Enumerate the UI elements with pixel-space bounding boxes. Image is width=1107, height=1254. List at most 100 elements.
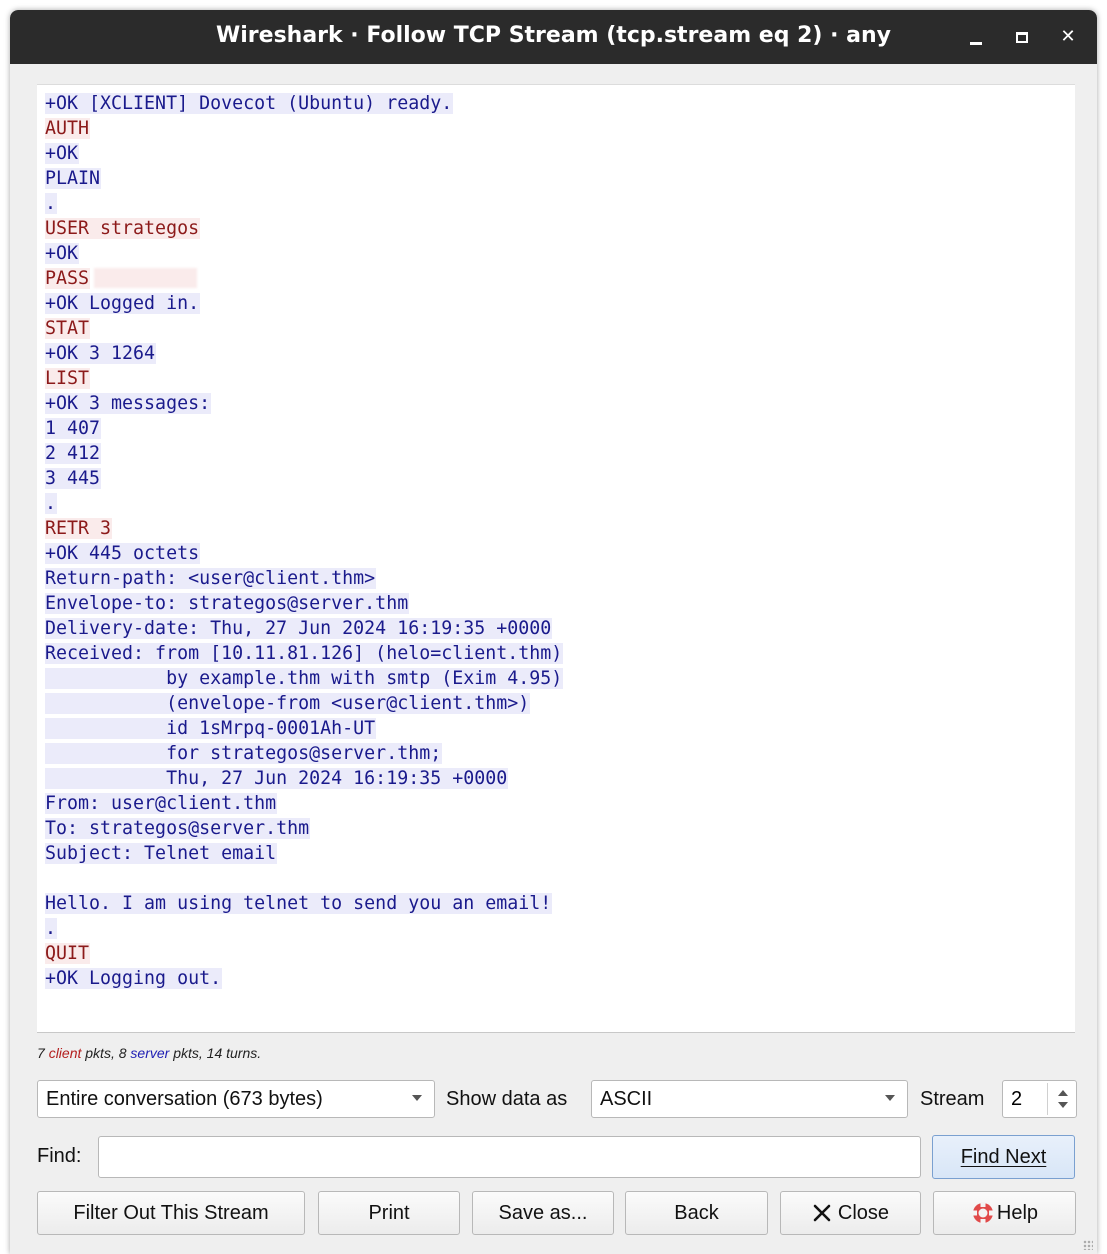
- server-line: 1 407: [45, 416, 1075, 441]
- line-text: 3 445: [45, 468, 102, 489]
- line-text: (envelope-from <user@client.thm>): [45, 693, 531, 714]
- show-data-label: Show data as: [446, 1088, 568, 1110]
- spin-separator: [1047, 1083, 1048, 1115]
- spin-down-icon[interactable]: [1058, 1102, 1068, 1108]
- line-text: Received: from [10.11.81.126] (helo=clie…: [45, 643, 564, 664]
- action-buttons-row: Filter Out This Stream Print Save as... …: [37, 1191, 1077, 1235]
- line-text: QUIT: [45, 943, 91, 964]
- client-line: LIST: [45, 366, 1075, 391]
- find-next-label: Find Next: [960, 1145, 1047, 1168]
- help-button[interactable]: Help: [933, 1191, 1076, 1235]
- find-input[interactable]: [98, 1136, 921, 1178]
- server-line: From: user@client.thm: [45, 791, 1075, 816]
- stream-content-pane[interactable]: +OK [XCLIENT] Dovecot (Ubuntu) ready. AUT…: [37, 84, 1075, 1033]
- client-count: 7: [37, 1045, 45, 1061]
- close-button[interactable]: Close: [780, 1191, 921, 1235]
- line-text: Delivery-date: Thu, 27 Jun 2024 16:19:35…: [45, 618, 553, 639]
- filter-out-stream-button[interactable]: Filter Out This Stream: [37, 1191, 305, 1235]
- server-line: Received: from [10.11.81.126] (helo=clie…: [45, 641, 1075, 666]
- stream-number-value: 2: [1011, 1088, 1023, 1110]
- server-line: To: strategos@server.thm: [45, 816, 1075, 841]
- server-line: 3 445: [45, 466, 1075, 491]
- line-text: +OK 3 messages:: [45, 393, 212, 414]
- line-text: +OK: [45, 143, 80, 164]
- server-line: +OK Logging out.: [45, 966, 1075, 991]
- maximize-button[interactable]: [999, 20, 1045, 54]
- line-text: +OK Logged in.: [45, 293, 201, 314]
- close-x-icon: [813, 1204, 831, 1222]
- server-line: Envelope-to: strategos@server.thm: [45, 591, 1075, 616]
- back-label: Back: [674, 1201, 719, 1224]
- stats-middle: pkts, 8: [85, 1045, 127, 1061]
- line-text: for strategos@server.thm;: [45, 743, 443, 764]
- line-text: +OK 445 octets: [45, 543, 201, 564]
- stream-number-spinbox[interactable]: 2: [1002, 1080, 1077, 1118]
- conversation-select[interactable]: Entire conversation (673 bytes): [37, 1080, 435, 1118]
- line-text: Envelope-to: strategos@server.thm: [45, 593, 410, 614]
- packet-stats: 7 client pkts, 8 server pkts, 14 turns.: [37, 1045, 261, 1061]
- print-button[interactable]: Print: [318, 1191, 460, 1235]
- line-text: id 1sMrpq-0001Ah-UT: [45, 718, 377, 739]
- server-line: .: [45, 491, 1075, 516]
- resize-grip[interactable]: [1083, 1240, 1093, 1250]
- display-options-row: Entire conversation (673 bytes) Show dat…: [37, 1080, 1077, 1120]
- line-text: +OK Logging out.: [45, 968, 223, 989]
- chevron-down-icon: [412, 1095, 422, 1101]
- server-line: +OK 3 messages:: [45, 391, 1075, 416]
- save-as-label: Save as...: [498, 1201, 588, 1224]
- stream-label: Stream: [920, 1088, 985, 1110]
- minimize-icon: [970, 41, 982, 45]
- print-label: Print: [368, 1201, 410, 1224]
- line-text: 2 412: [45, 443, 102, 464]
- server-line: Delivery-date: Thu, 27 Jun 2024 16:19:35…: [45, 616, 1075, 641]
- save-as-button[interactable]: Save as...: [472, 1191, 614, 1235]
- server-line: id 1sMrpq-0001Ah-UT: [45, 716, 1075, 741]
- show-data-select-value: ASCII: [600, 1088, 653, 1110]
- line-text: STAT: [45, 318, 91, 339]
- line-text: .: [45, 918, 58, 939]
- server-line: 2 412: [45, 441, 1075, 466]
- find-label: Find:: [37, 1145, 82, 1167]
- server-line: Return-path: <user@client.thm>: [45, 566, 1075, 591]
- line-text: Hello. I am using telnet to send you an …: [45, 893, 553, 914]
- maximize-icon: [1016, 31, 1028, 43]
- server-line: .: [45, 916, 1075, 941]
- server-line: (envelope-from <user@client.thm>): [45, 691, 1075, 716]
- show-data-select[interactable]: ASCII: [591, 1080, 908, 1118]
- line-text: +OK [XCLIENT] Dovecot (Ubuntu) ready.: [45, 93, 454, 114]
- find-next-button[interactable]: Find Next: [932, 1135, 1075, 1179]
- conversation-select-value: Entire conversation (673 bytes): [46, 1088, 323, 1110]
- line-text: PASS: [45, 268, 91, 289]
- follow-tcp-stream-window: Wireshark · Follow TCP Stream (tcp.strea…: [10, 10, 1097, 1254]
- stream-lines: +OK [XCLIENT] Dovecot (Ubuntu) ready. AUT…: [45, 91, 1075, 991]
- close-label: Close: [837, 1201, 890, 1224]
- line-text: .: [45, 493, 58, 514]
- server-line: +OK Logged in.: [45, 291, 1075, 316]
- line-text: 1 407: [45, 418, 102, 439]
- line-text: Thu, 27 Jun 2024 16:19:35 +0000: [45, 768, 509, 789]
- window-title: Wireshark · Follow TCP Stream (tcp.strea…: [215, 23, 891, 48]
- client-label: client: [48, 1045, 82, 1061]
- line-text: LIST: [45, 368, 91, 389]
- close-window-button[interactable]: ✕: [1045, 20, 1091, 54]
- title-bar[interactable]: Wireshark · Follow TCP Stream (tcp.strea…: [10, 10, 1097, 64]
- client-line: AUTH: [45, 116, 1075, 141]
- server-line: +OK 3 1264: [45, 341, 1075, 366]
- line-text: Subject: Telnet email: [45, 843, 278, 864]
- line-text: RETR 3: [45, 518, 113, 539]
- server-line: +OK: [45, 241, 1075, 266]
- client-line: PASS: [45, 266, 1075, 291]
- back-button[interactable]: Back: [625, 1191, 768, 1235]
- line-text: +OK 3 1264: [45, 343, 157, 364]
- line-text: To: strategos@server.thm: [45, 818, 311, 839]
- spin-up-icon[interactable]: [1058, 1090, 1068, 1096]
- line-text: Return-path: <user@client.thm>: [45, 568, 377, 589]
- server-line: Hello. I am using telnet to send you an …: [45, 891, 1075, 916]
- minimize-button[interactable]: [953, 20, 999, 54]
- server-label: server: [130, 1045, 170, 1061]
- server-line: +OK [XCLIENT] Dovecot (Ubuntu) ready.: [45, 91, 1075, 116]
- client-line: RETR 3: [45, 516, 1075, 541]
- client-line: STAT: [45, 316, 1075, 341]
- filter-out-label: Filter Out This Stream: [73, 1201, 269, 1224]
- redacted-password: [94, 268, 198, 288]
